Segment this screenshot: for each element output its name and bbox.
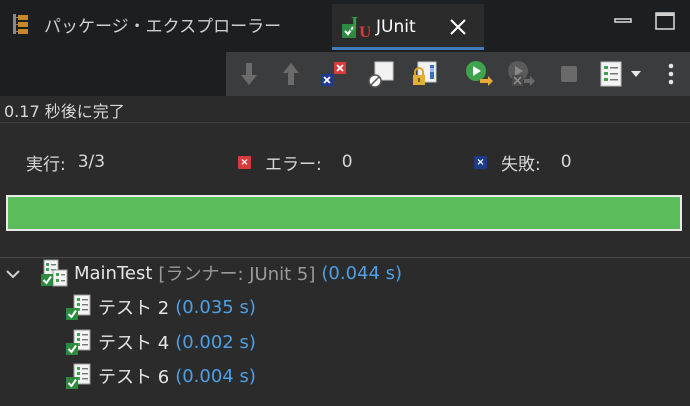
runs-label: 実行: xyxy=(26,154,66,175)
arrow-up-icon[interactable] xyxy=(276,59,306,89)
progress-bar xyxy=(6,195,682,231)
chevron-down-icon[interactable] xyxy=(4,265,22,283)
minimize-icon[interactable] xyxy=(612,10,634,32)
skipped-only-icon[interactable] xyxy=(366,59,396,89)
tree-node-test[interactable]: テスト 6 (0.004 s) xyxy=(64,361,256,391)
test-passed-icon xyxy=(64,292,94,322)
status-divider xyxy=(0,122,690,123)
active-tab-indicator xyxy=(332,47,484,50)
errors-value: 0 xyxy=(341,152,353,172)
runs-value: 3/3 xyxy=(77,152,106,172)
test-passed-icon xyxy=(64,361,94,391)
rerun-icon[interactable] xyxy=(464,59,494,89)
tree-node-test[interactable]: テスト 2 (0.035 s) xyxy=(64,292,256,322)
test-name: テスト 2 xyxy=(98,298,170,319)
test-name: テスト 4 xyxy=(98,333,170,354)
view-menu-icon[interactable] xyxy=(662,59,680,89)
failures-counter: × 失敗: 0 xyxy=(474,150,572,175)
tab-package-explorer[interactable]: パッケージ・エクスプローラー xyxy=(0,4,281,44)
svg-text:U: U xyxy=(359,25,370,41)
test-suite-icon xyxy=(40,258,70,288)
view-tab-bar: パッケージ・エクスプローラー J U JUnit xyxy=(0,0,690,52)
svg-text:J: J xyxy=(349,14,358,32)
scroll-lock-icon[interactable] xyxy=(410,59,440,89)
junit-icon: J U xyxy=(340,12,371,42)
tree-node-root[interactable]: MainTest [ランナー: JUnit 5] (0.044 s) xyxy=(40,258,402,288)
errors-counter: × エラー: 0 xyxy=(238,150,353,175)
error-icon: × xyxy=(238,155,251,169)
test-name: テスト 6 xyxy=(98,367,170,388)
root-suite-name: MainTest xyxy=(74,262,153,284)
package-explorer-icon xyxy=(12,13,30,35)
junit-view: パッケージ・エクスプローラー J U JUnit 0.17 秒後に完了 実行: … xyxy=(0,0,690,406)
errors-label: エラー: xyxy=(265,154,322,175)
failure-icon: × xyxy=(474,155,487,169)
root-suite-runner: [ランナー: JUnit 5] xyxy=(158,264,316,285)
stop-icon[interactable] xyxy=(554,59,584,89)
test-time: (0.004 s) xyxy=(175,365,256,387)
run-status: 0.17 秒後に完了 xyxy=(4,102,125,121)
history-icon[interactable] xyxy=(596,59,626,89)
progress-fill xyxy=(8,197,680,229)
tree-node-test[interactable]: テスト 4 (0.002 s) xyxy=(64,327,256,357)
failures-label: 失敗: xyxy=(501,154,541,175)
failures-value: 0 xyxy=(560,152,572,172)
tab-junit-label: JUnit xyxy=(376,17,416,37)
runs-counter: 実行: 3/3 xyxy=(26,150,106,175)
close-icon[interactable] xyxy=(448,17,468,37)
maximize-icon[interactable] xyxy=(654,10,676,32)
junit-toolbar xyxy=(0,52,690,96)
failures-only-icon[interactable] xyxy=(318,59,348,89)
tab-junit[interactable]: J U JUnit xyxy=(332,4,484,50)
test-time: (0.035 s) xyxy=(175,296,256,318)
test-passed-icon xyxy=(64,327,94,357)
tab-package-explorer-label: パッケージ・エクスプローラー xyxy=(44,16,282,37)
history-dropdown-icon[interactable] xyxy=(628,59,644,89)
arrow-down-icon[interactable] xyxy=(234,59,264,89)
rerun-failed-icon[interactable] xyxy=(506,59,536,89)
root-suite-time: (0.044 s) xyxy=(321,262,403,284)
test-time: (0.002 s) xyxy=(175,331,256,353)
